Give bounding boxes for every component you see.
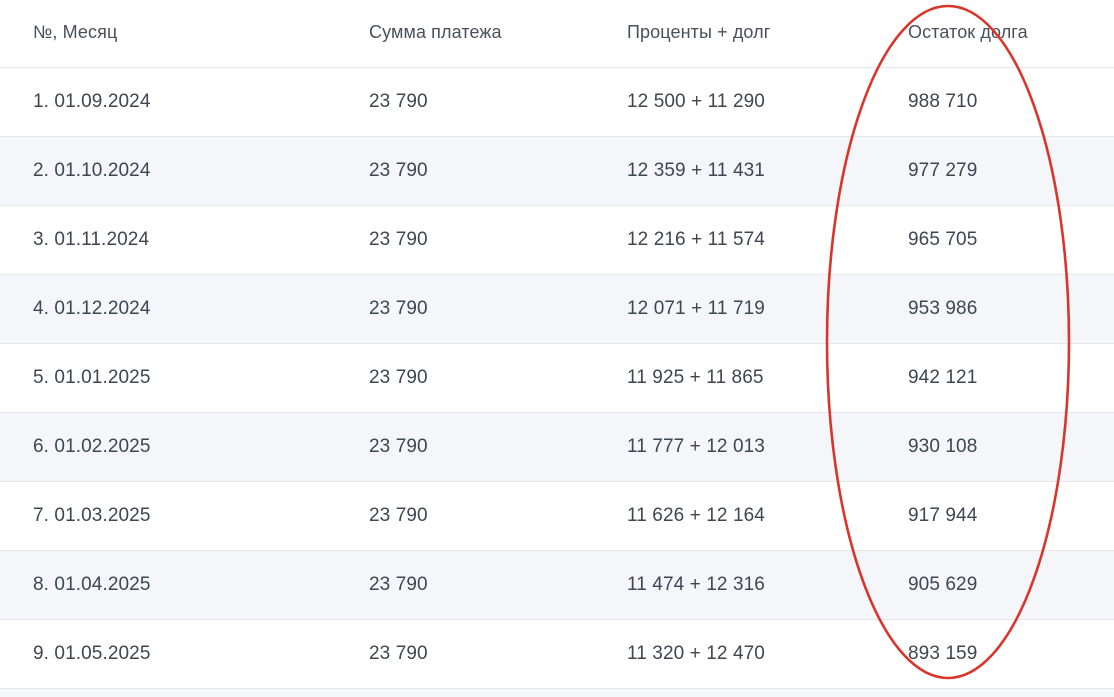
cell-month: 3. 01.11.2024: [33, 229, 150, 250]
header-payment-amount: Сумма платежа: [369, 22, 502, 42]
cell-remaining-debt: 942 121: [908, 367, 978, 388]
cell-payment-amount: 23 790: [369, 160, 428, 181]
cell-interest-plus-principal: 12 071 + 11 719: [627, 298, 765, 319]
cell-month: 1. 01.09.2024: [33, 91, 151, 112]
cell-remaining-debt: 988 710: [908, 91, 978, 112]
cell-payment-amount: 23 790: [369, 574, 428, 595]
table-row: 3. 01.11.2024 23 790 12 216 + 11 574 965…: [0, 206, 1114, 275]
cell-month: 5. 01.01.2025: [33, 367, 151, 388]
table-row: 6. 01.02.2025 23 790 11 777 + 12 013 930…: [0, 413, 1114, 482]
table-row: 7. 01.03.2025 23 790 11 626 + 12 164 917…: [0, 482, 1114, 551]
cell-payment-amount: 23 790: [369, 367, 428, 388]
header-interest-plus-principal: Проценты + долг: [627, 22, 771, 42]
cell-interest-plus-principal: 11 925 + 11 865: [627, 367, 764, 388]
table-row: 1. 01.09.2024 23 790 12 500 + 11 290 988…: [0, 68, 1114, 137]
cell-month: 2. 01.10.2024: [33, 160, 151, 181]
table-row: 4. 01.12.2024 23 790 12 071 + 11 719 953…: [0, 275, 1114, 344]
cell-payment-amount: 23 790: [369, 298, 428, 319]
table-row: 5. 01.01.2025 23 790 11 925 + 11 865 942…: [0, 344, 1114, 413]
table-header-row: №, Месяц Сумма платежа Проценты + долг О…: [0, 0, 1114, 68]
cell-payment-amount: 23 790: [369, 436, 428, 457]
cell-remaining-debt: 893 159: [908, 643, 978, 664]
table-row-partial: [0, 689, 1114, 697]
cell-interest-plus-principal: 11 626 + 12 164: [627, 505, 765, 526]
cell-remaining-debt: 905 629: [908, 574, 978, 595]
cell-interest-plus-principal: 11 474 + 12 316: [627, 574, 765, 595]
cell-interest-plus-principal: 12 216 + 11 574: [627, 229, 765, 250]
cell-month: 7. 01.03.2025: [33, 505, 151, 526]
cell-payment-amount: 23 790: [369, 505, 428, 526]
cell-remaining-debt: 930 108: [908, 436, 978, 457]
cell-month: 4. 01.12.2024: [33, 298, 151, 319]
table-row: 2. 01.10.2024 23 790 12 359 + 11 431 977…: [0, 137, 1114, 206]
header-month: №, Месяц: [33, 22, 118, 42]
cell-payment-amount: 23 790: [369, 91, 428, 112]
table-row: 9. 01.05.2025 23 790 11 320 + 12 470 893…: [0, 620, 1114, 689]
cell-interest-plus-principal: 11 777 + 12 013: [627, 436, 765, 457]
cell-payment-amount: 23 790: [369, 643, 428, 664]
cell-remaining-debt: 977 279: [908, 160, 978, 181]
cell-interest-plus-principal: 12 500 + 11 290: [627, 91, 765, 112]
cell-interest-plus-principal: 12 359 + 11 431: [627, 160, 765, 181]
cell-month: 6. 01.02.2025: [33, 436, 151, 457]
cell-remaining-debt: 953 986: [908, 298, 978, 319]
cell-month: 8. 01.04.2025: [33, 574, 151, 595]
cell-month: 9. 01.05.2025: [33, 643, 151, 664]
payment-schedule-table: №, Месяц Сумма платежа Проценты + долг О…: [0, 0, 1114, 697]
table-row: 8. 01.04.2025 23 790 11 474 + 12 316 905…: [0, 551, 1114, 620]
cell-payment-amount: 23 790: [369, 229, 428, 250]
header-remaining-debt: Остаток долга: [908, 22, 1028, 42]
cell-interest-plus-principal: 11 320 + 12 470: [627, 643, 765, 664]
cell-remaining-debt: 965 705: [908, 229, 978, 250]
cell-remaining-debt: 917 944: [908, 505, 978, 526]
